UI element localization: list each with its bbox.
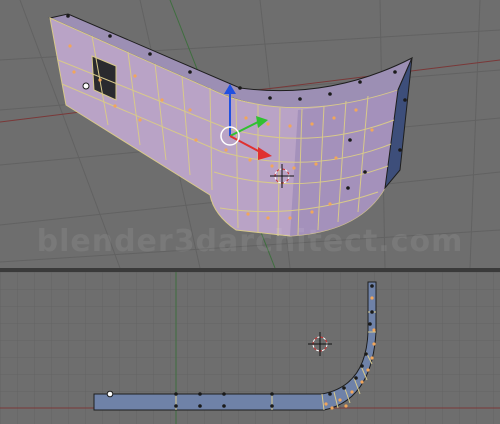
top-ortho-viewport[interactable] [0,272,500,424]
watermark-text: blender3darchitect.com [36,224,464,259]
blender-workspace: blender3darchitect.com [0,0,500,424]
